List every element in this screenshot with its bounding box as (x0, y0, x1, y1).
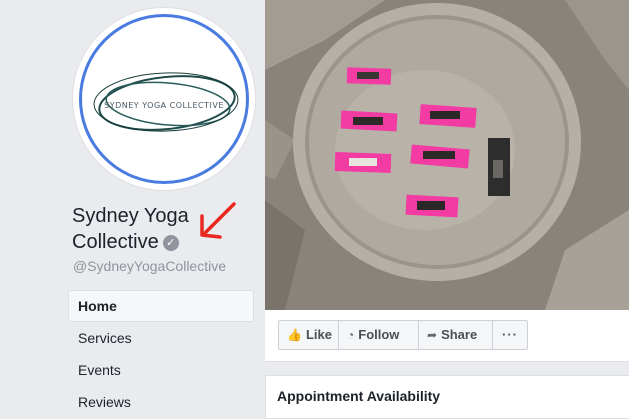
more-button[interactable]: ··· (492, 320, 528, 350)
logo-text: SYDNEY YOGA COLLECTIVE (104, 101, 224, 110)
nav-item-reviews[interactable]: Reviews (68, 386, 254, 418)
nav-item-events[interactable]: Events (68, 354, 254, 386)
page-action-bar: 👍 Like ◔ Follow ➦ Share ··· (265, 310, 629, 362)
follow-label: Follow (358, 327, 400, 342)
cover-photo[interactable] (265, 0, 629, 310)
share-button[interactable]: ➦ Share (418, 320, 498, 350)
page-handle[interactable]: @SydneyYogaCollective (73, 258, 226, 274)
appointment-card: Appointment Availability (265, 375, 629, 419)
red-arrow-annotation-icon (200, 202, 236, 239)
profile-picture[interactable]: SYDNEY YOGA COLLECTIVE (73, 8, 255, 190)
card-title: Appointment Availability (277, 388, 441, 404)
follow-button[interactable]: ◔ Follow (338, 320, 419, 350)
more-dots-icon: ··· (502, 327, 518, 342)
share-label: Share (441, 327, 478, 342)
share-arrow-icon: ➦ (427, 328, 438, 342)
nav-item-home[interactable]: Home (68, 290, 254, 322)
cover-image (265, 0, 629, 310)
page-nav: Home Services Events Reviews (68, 290, 254, 418)
like-button[interactable]: 👍 Like (278, 320, 339, 350)
rss-icon: ◔ (347, 328, 355, 342)
thumbs-up-icon: 👍 (287, 328, 302, 342)
page-sidebar: SYDNEY YOGA COLLECTIVE Sydney Yoga Colle… (0, 0, 264, 419)
like-label: Like (305, 327, 332, 342)
avatar: SYDNEY YOGA COLLECTIVE (79, 14, 249, 184)
verified-check-icon: ✓ (162, 235, 179, 251)
nav-item-services[interactable]: Services (68, 322, 254, 354)
